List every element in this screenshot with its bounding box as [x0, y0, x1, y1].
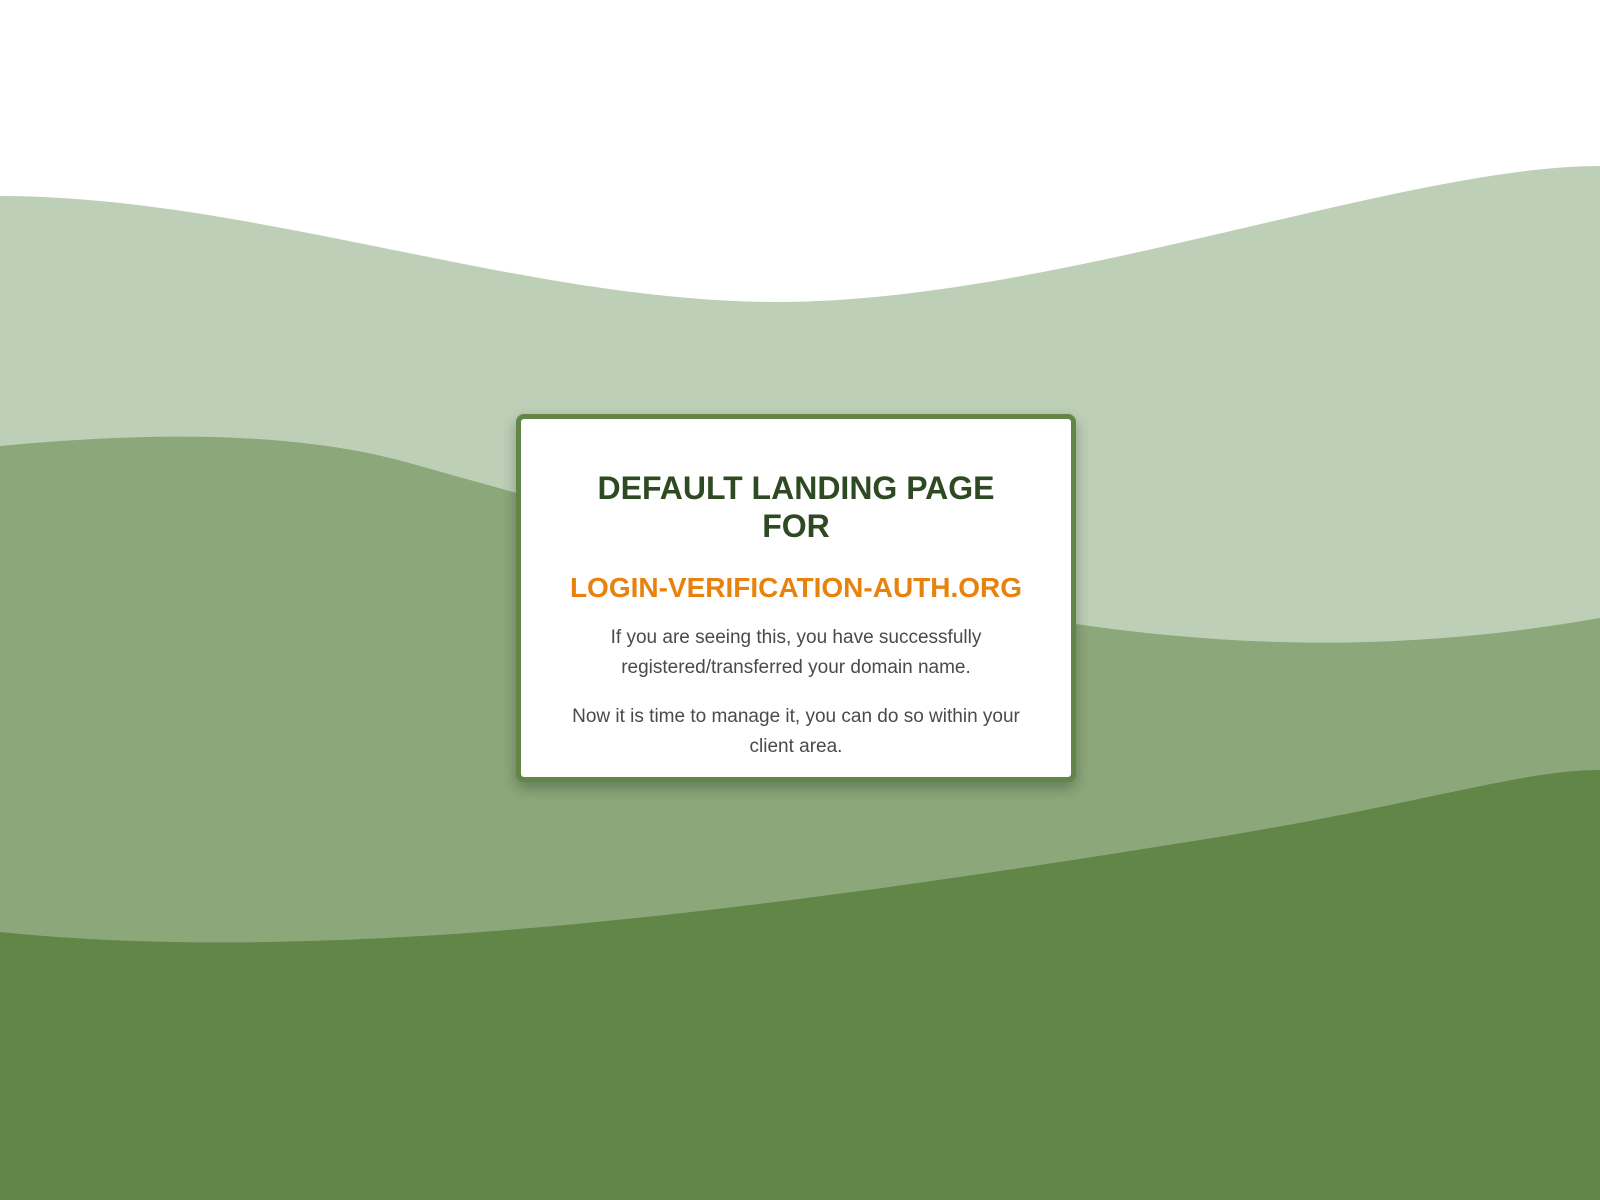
registration-message: If you are seeing this, you have success… — [610, 627, 982, 678]
domain-name: LOGIN-VERIFICATION-AUTH.ORG — [569, 572, 1023, 603]
landing-page: DEFAULT LANDING PAGE FOR LOGIN-VERIFICAT… — [0, 0, 1600, 1200]
landing-card: DEFAULT LANDING PAGE FOR LOGIN-VERIFICAT… — [516, 414, 1076, 782]
page-title: DEFAULT LANDING PAGE FOR — [597, 470, 995, 544]
manage-message: Now it is time to manage it, you can do … — [572, 706, 1020, 757]
